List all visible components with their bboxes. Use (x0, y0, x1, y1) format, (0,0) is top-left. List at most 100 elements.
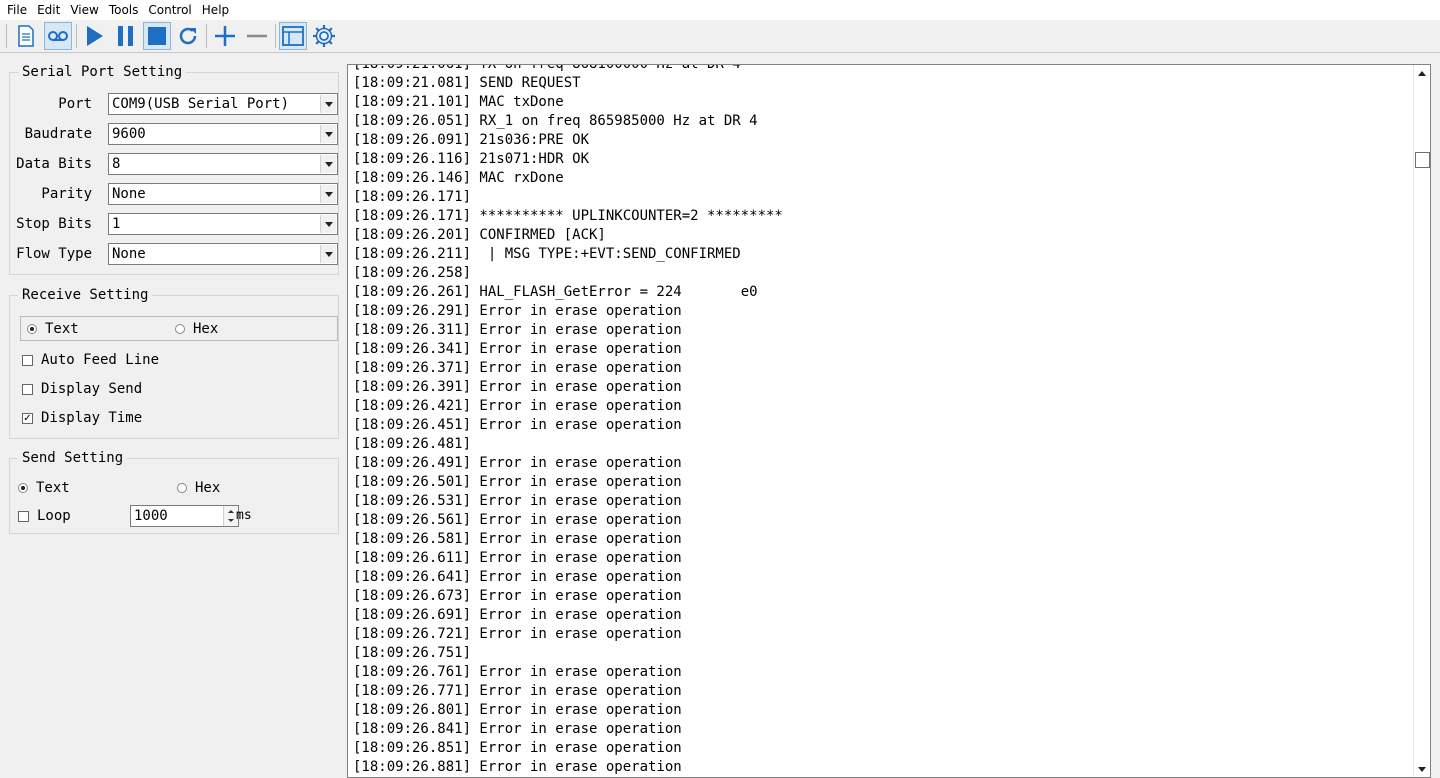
refresh-button[interactable] (174, 22, 202, 50)
voicemail-button[interactable] (44, 22, 72, 50)
port-label: Port (58, 96, 92, 112)
checkbox-checked-icon[interactable]: ✓ (22, 412, 33, 424)
log-line: [18:09:26.371] Error in erase operation (353, 360, 682, 376)
send-hex-radio[interactable]: Hex (177, 479, 220, 497)
loop-interval-spinbox[interactable]: 1000 (130, 505, 239, 527)
chevron-down-icon[interactable] (320, 245, 336, 263)
chevron-down-icon[interactable] (320, 125, 336, 143)
checkbox-unchecked-icon[interactable] (22, 354, 33, 366)
window-button[interactable] (279, 22, 307, 50)
send-text-label: Text (36, 480, 70, 496)
log-line: [18:09:26.341] Error in erase operation (353, 341, 682, 357)
log-line: [18:09:26.691] Error in erase operation (353, 607, 682, 623)
flow-type-select[interactable]: None (108, 243, 338, 265)
serial-port-setting-title: Serial Port Setting (18, 64, 187, 80)
receive-output-area[interactable]: [18:09:21.061] TX on freq 868100000 Hz a… (347, 64, 1431, 778)
scrollbar-thumb[interactable] (1415, 152, 1430, 168)
log-line: [18:09:26.311] Error in erase operation (353, 322, 682, 338)
receive-hex-radio[interactable]: Hex (175, 320, 218, 338)
checkbox-unchecked-icon[interactable] (18, 510, 29, 522)
add-button[interactable] (211, 22, 239, 50)
settings-button[interactable] (310, 22, 338, 50)
log-line: [18:09:26.116] 21s071:HDR OK (353, 151, 590, 167)
chevron-down-icon[interactable] (320, 155, 336, 173)
stop-bits-select[interactable]: 1 (108, 213, 338, 235)
scroll-up-icon[interactable] (1418, 71, 1426, 76)
flow-type-label: Flow Type (16, 246, 92, 262)
checkbox-unchecked-icon[interactable] (22, 383, 33, 395)
baudrate-value: 9600 (112, 126, 146, 142)
log-line: [18:09:26.291] Error in erase operation (353, 303, 682, 319)
log-line: [18:09:26.091] 21s036:PRE OK (353, 132, 590, 148)
receive-text-radio[interactable]: Text (27, 320, 79, 338)
log-line: [18:09:26.171] (353, 189, 472, 205)
parity-label: Parity (41, 186, 92, 202)
log-line: [18:09:26.391] Error in erase operation (353, 379, 682, 395)
toolbar-separator (206, 24, 207, 48)
baudrate-select[interactable]: 9600 (108, 123, 338, 145)
play-button[interactable] (80, 22, 108, 50)
menu-bar: File Edit View Tools Control Help (0, 0, 1440, 20)
auto-feed-line-checkbox[interactable]: Auto Feed Line (22, 351, 159, 369)
voicemail-icon (48, 31, 68, 41)
chevron-down-icon[interactable] (320, 185, 336, 203)
refresh-icon (179, 27, 197, 45)
menu-help[interactable]: Help (199, 3, 236, 17)
spin-down-icon[interactable] (228, 519, 234, 522)
port-value: COM9(USB Serial Port) (112, 96, 290, 112)
loop-interval-value: 1000 (134, 508, 168, 524)
data-bits-select[interactable]: 8 (108, 153, 338, 175)
log-line: [18:09:26.211] | MSG TYPE:+EVT:SEND_CONF… (353, 246, 741, 262)
toolbar-separator (76, 24, 77, 48)
stop-button[interactable] (143, 22, 171, 50)
spin-up-icon[interactable] (228, 510, 234, 513)
send-text-radio[interactable]: Text (18, 479, 70, 497)
stop-bits-value: 1 (112, 216, 121, 232)
display-send-checkbox[interactable]: Display Send (22, 380, 142, 398)
log-line: [18:09:21.101] MAC txDone (353, 94, 564, 110)
log-line: [18:09:26.501] Error in erase operation (353, 474, 682, 490)
radio-selected-icon[interactable] (27, 324, 37, 334)
data-bits-value: 8 (112, 156, 121, 172)
menu-edit[interactable]: Edit (34, 3, 67, 17)
log-line: [18:09:26.761] Error in erase operation (353, 664, 682, 680)
baudrate-label: Baudrate (24, 126, 92, 142)
radio-selected-icon[interactable] (18, 483, 28, 493)
menu-file[interactable]: File (4, 3, 34, 17)
parity-select[interactable]: None (108, 183, 338, 205)
receive-setting-title: Receive Setting (18, 287, 153, 303)
chevron-down-icon[interactable] (320, 95, 336, 113)
radio-unselected-icon[interactable] (177, 483, 187, 493)
log-line: [18:09:26.421] Error in erase operation (353, 398, 682, 414)
send-hex-label: Hex (195, 480, 221, 496)
display-time-checkbox[interactable]: ✓ Display Time (22, 409, 142, 427)
display-time-label: Display Time (41, 410, 143, 426)
menu-tools[interactable]: Tools (106, 3, 146, 17)
send-setting-title: Send Setting (18, 450, 128, 466)
log-line: [18:09:26.451] Error in erase operation (353, 417, 682, 433)
remove-button[interactable] (243, 22, 271, 50)
log-line: [18:09:26.751] (353, 645, 472, 661)
log-line: [18:09:26.721] Error in erase operation (353, 626, 682, 642)
port-select[interactable]: COM9(USB Serial Port) (108, 93, 338, 115)
vertical-scrollbar[interactable] (1413, 65, 1430, 777)
stop-bits-label: Stop Bits (16, 216, 92, 232)
menu-view[interactable]: View (67, 3, 105, 17)
new-file-button[interactable] (12, 22, 40, 50)
loop-checkbox[interactable]: Loop (18, 507, 71, 525)
toolbar (0, 20, 1440, 53)
chevron-down-icon[interactable] (320, 215, 336, 233)
settings-icon (313, 25, 335, 47)
pause-button[interactable] (112, 22, 140, 50)
toolbar-separator (275, 24, 276, 48)
add-icon (215, 26, 235, 46)
scroll-down-icon[interactable] (1418, 767, 1426, 772)
menu-control[interactable]: Control (145, 3, 198, 17)
display-send-label: Display Send (41, 381, 143, 397)
log-line: [18:09:21.081] SEND REQUEST (353, 75, 581, 91)
log-line: [18:09:26.261] HAL_FLASH_GetError = 224 … (353, 284, 758, 300)
radio-unselected-icon[interactable] (175, 324, 185, 334)
window-icon (282, 26, 304, 46)
play-icon (87, 26, 103, 46)
log-line: [18:09:26.611] Error in erase operation (353, 550, 682, 566)
